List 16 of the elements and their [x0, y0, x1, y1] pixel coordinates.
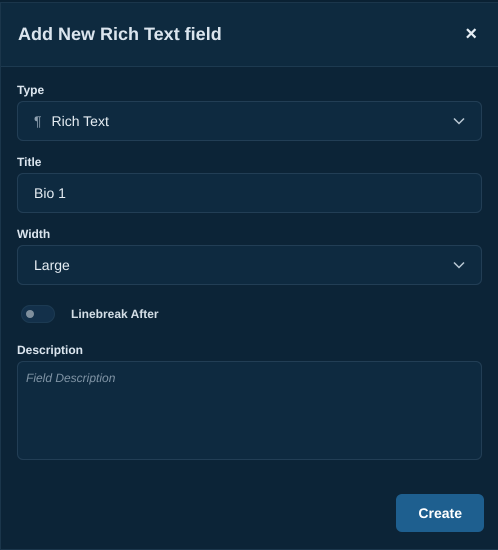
field-label: Width [17, 227, 52, 241]
field-label: Title [17, 155, 42, 169]
select-field[interactable]: Large [17, 245, 482, 285]
chevron-down-icon [453, 117, 465, 125]
toggle-switch[interactable] [21, 305, 55, 323]
paragraph-icon: ¶ [34, 113, 42, 129]
close-button[interactable]: × [461, 23, 481, 46]
select-field[interactable]: ¶ Rich Text [17, 101, 482, 141]
dialog-title: Add New Rich Text field [18, 24, 222, 45]
chevron-down-icon [453, 261, 465, 269]
create-button[interactable]: Create [396, 494, 484, 532]
input-field[interactable]: Bio 1 [17, 173, 482, 213]
description-field[interactable]: Field Description [17, 361, 482, 460]
field-label: Type [17, 83, 46, 97]
field-label: Description [17, 343, 84, 357]
toggle-label: Linebreak After [71, 307, 159, 321]
